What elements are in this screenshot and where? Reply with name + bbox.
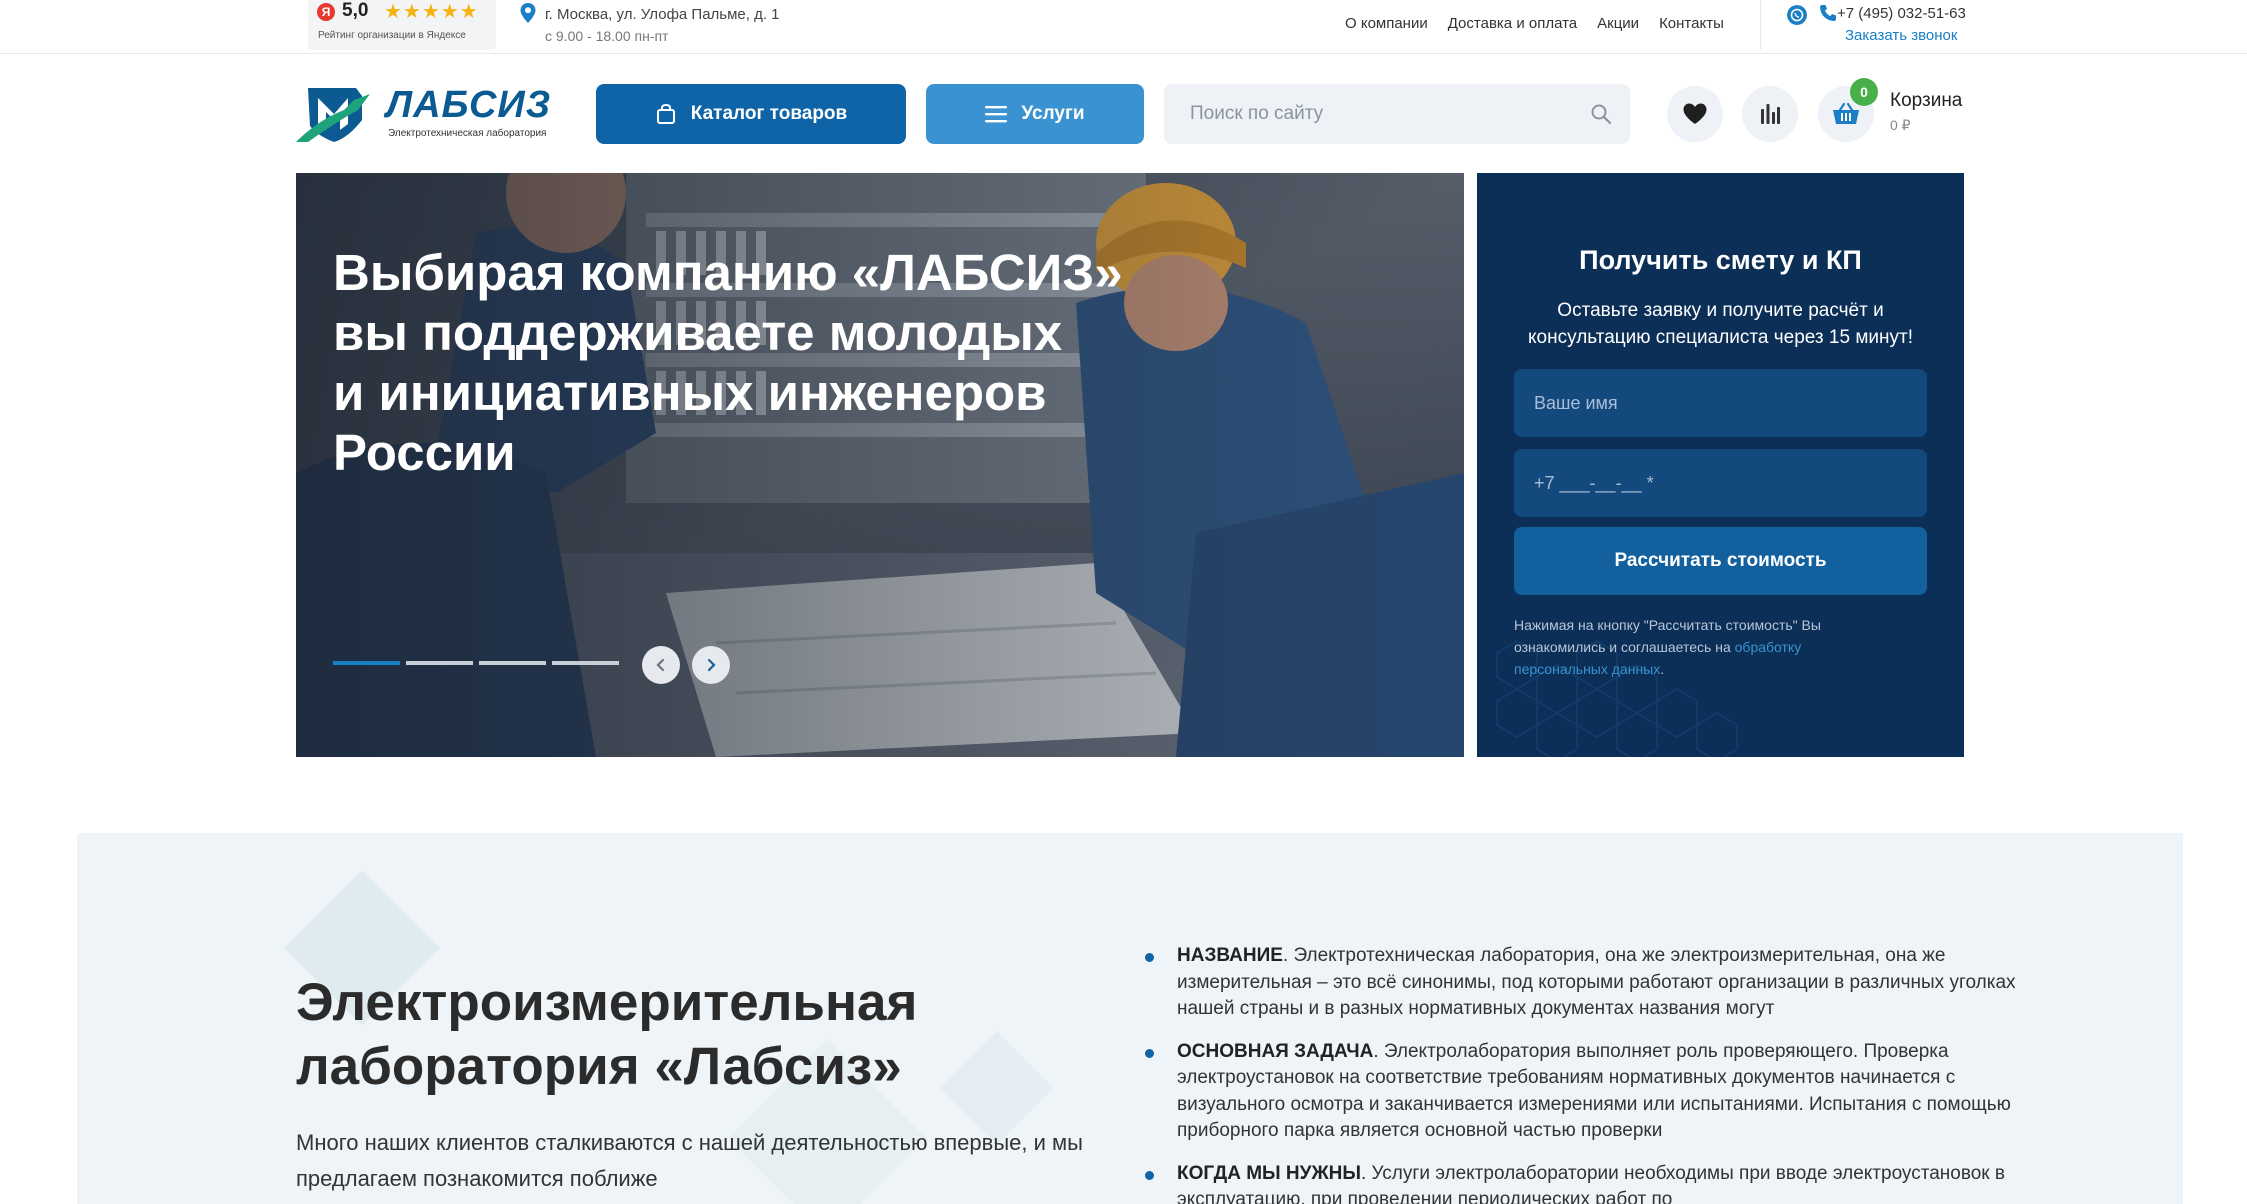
- favorites-button[interactable]: [1667, 86, 1723, 142]
- about-lead: Много наших клиентов сталкиваются с наше…: [296, 1130, 1083, 1191]
- estimate-form-panel: Получить смету и КП Оставьте заявку и по…: [1477, 173, 1964, 757]
- list-item-term: НАЗВАНИЕ: [1177, 945, 1283, 966]
- top-bar: Я 5,0 ★★★★★ Рейтинг организации в Яндекс…: [0, 0, 2247, 54]
- calculate-cost-button[interactable]: Рассчитать стоимость: [1514, 527, 1927, 595]
- logo-text: ЛАБСИЗ: [386, 84, 552, 126]
- hero-title-line: вы поддерживаете молодых: [333, 304, 1063, 361]
- form-title: Получить смету и КП: [1579, 245, 1862, 275]
- about-title-line: лаборатория «Лабсиз»: [296, 1037, 902, 1096]
- hero-title-line: и инициативных инженеров: [333, 364, 1047, 421]
- rating-stars-icon: ★★★★★: [384, 1, 479, 23]
- slider-dot-3[interactable]: [479, 661, 546, 665]
- nav-contacts[interactable]: Контакты: [1659, 15, 1724, 32]
- privacy-note: Нажимая на кнопку "Рассчитать стоимость"…: [1514, 614, 1874, 680]
- callback-link[interactable]: Заказать звонок: [1845, 27, 1957, 44]
- phone-number[interactable]: +7 (495) 032-51-63: [1837, 5, 1966, 22]
- top-nav: О компании Доставка и оплата Акции Конта…: [1345, 15, 1724, 32]
- hero-title: Выбирая компанию «ЛАБСИЗ» вы поддерживае…: [333, 243, 1133, 483]
- list-item-term: КОГДА МЫ НУЖНЫ: [1177, 1162, 1361, 1184]
- whatsapp-icon[interactable]: [1787, 5, 1807, 25]
- search-icon[interactable]: [1590, 103, 1612, 125]
- menu-icon: [985, 106, 1008, 123]
- divider: [1760, 0, 1761, 50]
- hero-slider: Выбирая компанию «ЛАБСИЗ» вы поддерживае…: [296, 173, 1464, 757]
- list-item-term: ОСНОВНАЯ ЗАДАЧА: [1177, 1040, 1374, 1062]
- hero-title-line: России: [333, 424, 516, 481]
- cart-count-badge: 0: [1850, 78, 1878, 106]
- nav-delivery[interactable]: Доставка и оплата: [1448, 15, 1577, 32]
- nav-about[interactable]: О компании: [1345, 15, 1428, 32]
- list-item: НАЗВАНИЕ. Электротехническая лаборатория…: [1145, 943, 2045, 1023]
- address: г. Москва, ул. Улофа Пальме, д. 1: [545, 6, 780, 23]
- name-field[interactable]: [1514, 369, 1927, 437]
- logo-icon: [296, 88, 370, 142]
- cart-sum: 0 ₽: [1890, 117, 1911, 133]
- chevron-left-icon: [656, 658, 665, 672]
- yandex-logo-icon: Я: [317, 3, 335, 21]
- catalog-button-label: Каталог товаров: [690, 103, 848, 124]
- rating-caption: Рейтинг организации в Яндексе: [318, 30, 466, 41]
- list-item: ОСНОВНАЯ ЗАДАЧА. Электролаборатория выпо…: [1145, 1039, 2045, 1145]
- privacy-note-end: .: [1660, 661, 1665, 677]
- yandex-rating-widget[interactable]: Я 5,0 ★★★★★ Рейтинг организации в Яндекс…: [308, 0, 496, 50]
- logo-subtitle: Электротехническая лаборатория: [388, 128, 547, 139]
- shopping-basket-icon: [1833, 102, 1859, 124]
- about-section: Электроизмерительная лаборатория «Лабсиз…: [77, 833, 2183, 1204]
- location-pin-icon: [520, 3, 536, 23]
- form-description: Оставьте заявку и получите расчёт и конс…: [1528, 300, 1913, 348]
- hero-title-line: Выбирая компанию «ЛАБСИЗ»: [333, 244, 1123, 301]
- slider-pagination: [333, 661, 619, 665]
- about-title: Электроизмерительная лаборатория «Лабсиз…: [296, 971, 1056, 1099]
- heart-icon: [1683, 103, 1707, 124]
- list-item-text: . Электротехническая лаборатория, она же…: [1177, 945, 2016, 1019]
- search-box: [1164, 84, 1630, 144]
- list-item: КОГДА МЫ НУЖНЫ. Услуги электролаборатори…: [1145, 1161, 2045, 1204]
- about-title-line: Электроизмерительная: [296, 973, 918, 1032]
- rating-value: 5,0: [342, 0, 369, 21]
- phone-icon: [1820, 5, 1836, 21]
- slider-prev-button[interactable]: [642, 646, 680, 684]
- slider-next-button[interactable]: [692, 646, 730, 684]
- about-facts-list: НАЗВАНИЕ. Электротехническая лаборатория…: [1145, 943, 2045, 1204]
- catalog-button[interactable]: Каталог товаров: [596, 84, 906, 144]
- compare-button[interactable]: [1742, 86, 1798, 142]
- site-logo[interactable]: ЛАБСИЗ Электротехническая лаборатория: [296, 80, 558, 144]
- chevron-right-icon: [707, 658, 716, 672]
- search-input[interactable]: [1164, 84, 1630, 144]
- working-hours: с 9.00 - 18.00 пн-пт: [545, 28, 669, 44]
- cart-label[interactable]: Корзина: [1890, 90, 1962, 112]
- phone-field[interactable]: [1514, 449, 1927, 517]
- slider-dot-1[interactable]: [333, 661, 400, 665]
- services-button-label: Услуги: [1021, 103, 1085, 124]
- nav-promotions[interactable]: Акции: [1597, 15, 1639, 32]
- services-button[interactable]: Услуги: [926, 84, 1144, 144]
- slider-dot-4[interactable]: [552, 661, 619, 665]
- shopping-bag-icon: [656, 103, 675, 124]
- bar-chart-icon: [1761, 104, 1780, 124]
- slider-dot-2[interactable]: [406, 661, 473, 665]
